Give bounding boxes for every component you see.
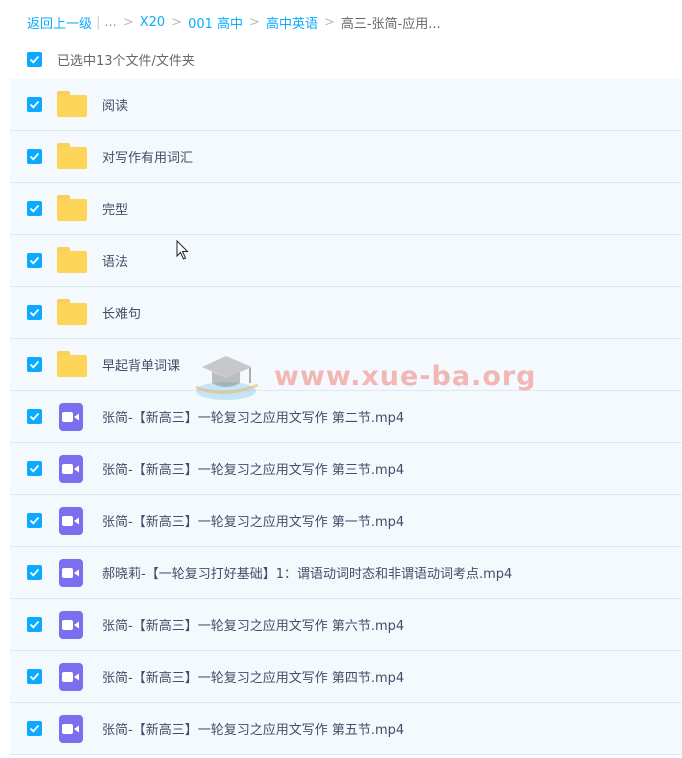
file-row[interactable]: 郝晓莉-【一轮复习打好基础】1：谓语动词时态和非谓语动词考点.mp4 xyxy=(10,547,682,599)
folder-icon xyxy=(57,299,87,326)
mouse-pointer-icon xyxy=(176,240,189,260)
row-checkbox[interactable] xyxy=(27,305,42,320)
file-row[interactable]: 张简-【新高三】一轮复习之应用文写作 第三节.mp4 xyxy=(10,443,682,495)
file-name[interactable]: 张简-【新高三】一轮复习之应用文写作 第一节.mp4 xyxy=(102,511,404,530)
breadcrumb-item[interactable]: 高中英语 xyxy=(266,13,318,32)
file-row[interactable]: 长难句 xyxy=(10,287,682,339)
chevron-right-icon: > xyxy=(122,14,134,30)
file-row[interactable]: 张简-【新高三】一轮复习之应用文写作 第四节.mp4 xyxy=(10,651,682,703)
breadcrumb: 返回上一级 | ... > X20 > 001 高中 > 高中英语 > 高三-张… xyxy=(27,12,441,32)
row-checkbox[interactable] xyxy=(27,357,42,372)
file-name[interactable]: 完型 xyxy=(102,199,128,218)
row-checkbox[interactable] xyxy=(27,409,42,424)
file-row[interactable]: 张简-【新高三】一轮复习之应用文写作 第六节.mp4 xyxy=(10,599,682,651)
file-row[interactable]: 完型 xyxy=(10,183,682,235)
check-icon xyxy=(29,464,40,473)
check-icon xyxy=(29,152,40,161)
chevron-right-icon: > xyxy=(171,14,183,30)
row-checkbox[interactable] xyxy=(27,253,42,268)
file-name[interactable]: 早起背单词课 xyxy=(102,355,180,374)
file-name[interactable]: 张简-【新高三】一轮复习之应用文写作 第二节.mp4 xyxy=(102,407,404,426)
file-row[interactable]: 阅读 xyxy=(10,79,682,131)
folder-icon xyxy=(57,91,87,118)
selection-bar: 已选中13个文件/文件夹 xyxy=(27,50,195,69)
breadcrumb-current: 高三-张简-应用... xyxy=(340,16,441,32)
file-name[interactable]: 对写作有用词汇 xyxy=(102,147,193,166)
check-icon xyxy=(29,672,40,681)
check-icon xyxy=(29,360,40,369)
file-list: 阅读对写作有用词汇 完型语法长难句早起背单词课张简-【新高三】一轮复习之应用文写作… xyxy=(10,79,682,755)
breadcrumb-ellipsis[interactable]: ... xyxy=(104,15,116,30)
folder-icon xyxy=(57,195,87,222)
check-icon xyxy=(29,55,40,64)
row-checkbox[interactable] xyxy=(27,669,42,684)
row-checkbox[interactable] xyxy=(27,461,42,476)
check-icon xyxy=(29,308,40,317)
check-icon xyxy=(29,256,40,265)
file-row[interactable]: 早起背单词课 xyxy=(10,339,682,391)
row-checkbox[interactable] xyxy=(27,149,42,164)
file-name[interactable]: 张简-【新高三】一轮复习之应用文写作 第五节.mp4 xyxy=(102,719,404,738)
file-name[interactable]: 张简-【新高三】一轮复习之应用文写作 第六节.mp4 xyxy=(102,615,404,634)
file-row[interactable]: 张简-【新高三】一轮复习之应用文写作 第五节.mp4 xyxy=(10,703,682,755)
file-row[interactable]: 张简-【新高三】一轮复习之应用文写作 第二节.mp4 xyxy=(10,391,682,443)
file-name[interactable]: 阅读 xyxy=(102,95,128,114)
file-name[interactable]: 长难句 xyxy=(102,303,141,322)
check-icon xyxy=(29,412,40,421)
row-checkbox[interactable] xyxy=(27,97,42,112)
video-file-icon xyxy=(57,559,87,587)
folder-icon xyxy=(57,247,87,274)
video-file-icon xyxy=(57,403,87,431)
row-checkbox[interactable] xyxy=(27,513,42,528)
breadcrumb-divider: | xyxy=(96,14,101,30)
row-checkbox[interactable] xyxy=(27,201,42,216)
check-icon xyxy=(29,620,40,629)
file-row[interactable]: 对写作有用词汇 xyxy=(10,131,682,183)
breadcrumb-item[interactable]: 001 高中 xyxy=(188,13,243,32)
chevron-right-icon: > xyxy=(249,14,260,30)
file-browser: 返回上一级 | ... > X20 > 001 高中 > 高中英语 > 高三-张… xyxy=(0,0,682,758)
chevron-right-icon: > xyxy=(323,14,335,30)
file-name[interactable]: 郝晓莉-【一轮复习打好基础】1：谓语动词时态和非谓语动词考点.mp4 xyxy=(102,563,512,582)
video-file-icon xyxy=(57,507,87,535)
file-row[interactable]: 语法 xyxy=(10,235,682,287)
check-icon xyxy=(29,204,40,213)
file-name[interactable]: 语法 xyxy=(102,251,128,270)
video-file-icon xyxy=(57,455,87,483)
file-name[interactable]: 张简-【新高三】一轮复习之应用文写作 第四节.mp4 xyxy=(102,667,404,686)
back-link[interactable]: 返回上一级 xyxy=(27,13,92,32)
video-file-icon xyxy=(57,611,87,639)
check-icon xyxy=(29,724,40,733)
row-checkbox[interactable] xyxy=(27,617,42,632)
row-checkbox[interactable] xyxy=(27,565,42,580)
folder-icon xyxy=(57,143,87,170)
selection-count-label: 已选中13个文件/文件夹 xyxy=(57,53,195,69)
video-file-icon xyxy=(57,715,87,743)
breadcrumb-item[interactable]: X20 xyxy=(140,15,165,30)
row-checkbox[interactable] xyxy=(27,721,42,736)
video-file-icon xyxy=(57,663,87,691)
file-name[interactable]: 张简-【新高三】一轮复习之应用文写作 第三节.mp4 xyxy=(102,459,404,478)
select-all-checkbox[interactable] xyxy=(27,51,42,67)
file-row[interactable]: 张简-【新高三】一轮复习之应用文写作 第一节.mp4 xyxy=(10,495,682,547)
check-icon xyxy=(29,100,40,109)
check-icon xyxy=(29,568,40,577)
folder-icon xyxy=(57,351,87,378)
check-icon xyxy=(29,516,40,525)
